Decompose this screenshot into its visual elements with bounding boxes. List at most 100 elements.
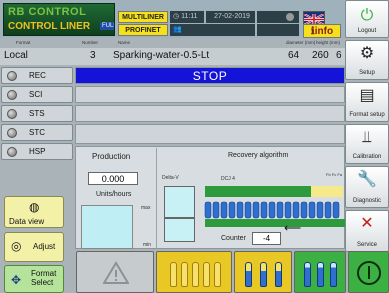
power-start-icon bbox=[357, 261, 381, 285]
time-display: ◷ 11:11 bbox=[170, 11, 204, 23]
gauge-min-label: min bbox=[143, 242, 152, 248]
start-button[interactable] bbox=[348, 251, 389, 293]
empty-bottles-button[interactable] bbox=[156, 251, 232, 293]
status-led-icon bbox=[286, 13, 294, 21]
led-icon bbox=[7, 128, 17, 138]
col-diameter: diameter (mm) bbox=[286, 40, 316, 45]
counter-label: Counter bbox=[221, 235, 246, 242]
nav-label: SCI bbox=[29, 90, 43, 99]
setup-label: Setup bbox=[359, 70, 375, 76]
nav-stc-button[interactable]: STC bbox=[1, 124, 73, 141]
status-bar-4 bbox=[75, 124, 345, 144]
bottle-icon bbox=[317, 262, 324, 287]
setup-button[interactable]: ⚙ Setup bbox=[345, 40, 389, 80]
direction-arrow-icon: ⟵ bbox=[284, 221, 302, 235]
brand-logo: RB CONTROL CONTROL LINER FULL bbox=[3, 3, 115, 36]
product-name: Sparking-water-0.5-Lt bbox=[113, 50, 210, 61]
bottle-icon bbox=[275, 262, 282, 287]
logo-tag: FULL bbox=[100, 22, 114, 30]
format-select-label: Format Select bbox=[31, 269, 57, 287]
data-view-label: Data view bbox=[9, 217, 45, 226]
warning-icon bbox=[103, 261, 129, 284]
conveyor-bar bbox=[205, 219, 345, 227]
col-name: Name bbox=[118, 40, 131, 45]
bottle-icon bbox=[214, 262, 221, 287]
service-label: Service bbox=[356, 242, 377, 248]
nav-sts-button[interactable]: STS bbox=[1, 105, 73, 122]
format-select-icon: ✥ bbox=[11, 273, 22, 287]
gear-icon: ⚙ bbox=[359, 45, 375, 62]
full-bottles-button[interactable] bbox=[294, 251, 346, 293]
format-icon: ▤ bbox=[359, 87, 375, 104]
adjust-button[interactable]: ◎ Adjust bbox=[4, 232, 64, 262]
bottle-icon bbox=[203, 262, 210, 287]
dcj-name: DCJ bbox=[221, 176, 231, 182]
production-gauge bbox=[81, 205, 133, 249]
status-stop-bar: STOP bbox=[75, 67, 345, 84]
flags-label: Fb Fc Fa bbox=[326, 172, 343, 177]
calibration-button[interactable]: ⫫ Calibration bbox=[345, 124, 389, 164]
status-indicator bbox=[257, 11, 299, 23]
led-icon bbox=[7, 71, 17, 81]
diagnostic-label: Diagnostic bbox=[352, 198, 381, 204]
status-bar-2 bbox=[75, 86, 345, 103]
product-diameter: 64 bbox=[288, 50, 300, 61]
logout-button[interactable]: ⏻ Logout bbox=[345, 0, 389, 38]
nav-label: HSP bbox=[29, 147, 46, 156]
status-box bbox=[257, 24, 299, 36]
nav-label: STC bbox=[29, 128, 45, 137]
nav-label: REC bbox=[29, 71, 46, 80]
logo-line2: CONTROL LINER bbox=[8, 21, 91, 32]
dcj-label: DCJ 4 bbox=[221, 176, 235, 182]
mode-multiliner: MULTILINER bbox=[118, 11, 168, 23]
product-number: 3 bbox=[90, 50, 96, 61]
nav-rec-button[interactable]: REC bbox=[1, 67, 73, 84]
service-button[interactable]: ✕ Service bbox=[345, 210, 389, 252]
panel-divider bbox=[156, 148, 157, 248]
bottle-icon bbox=[304, 262, 311, 287]
nav-label: STS bbox=[29, 109, 45, 118]
warning-button[interactable] bbox=[76, 251, 154, 293]
language-flag-icon[interactable] bbox=[303, 11, 325, 26]
bottles-graphic bbox=[204, 201, 340, 219]
date-display: 27-02-2019 bbox=[206, 11, 255, 23]
diagnostic-button[interactable]: 🔧 Diagnostic bbox=[345, 166, 389, 208]
nav-sci-button[interactable]: SCI bbox=[1, 86, 73, 103]
delta-v-box-bottom bbox=[164, 218, 195, 242]
calibration-icon: ⫫ bbox=[362, 129, 372, 146]
service-icon: ✕ bbox=[360, 215, 374, 232]
recovery-title: Recovery algorithm bbox=[228, 152, 289, 159]
recovery-green-bar bbox=[205, 186, 311, 197]
led-icon bbox=[7, 90, 17, 100]
power-icon: ⏻ bbox=[360, 7, 374, 24]
recovery-yellow-bar bbox=[311, 186, 343, 197]
time-value: 11:11 bbox=[181, 13, 198, 20]
led-icon bbox=[7, 109, 17, 119]
users-icon: 👥 bbox=[173, 26, 182, 33]
mode-profinet: PROFINET bbox=[118, 24, 168, 36]
partial-bottles-button[interactable] bbox=[234, 251, 292, 293]
col-number: Number bbox=[82, 40, 99, 45]
calibration-label: Calibration bbox=[352, 154, 382, 160]
product-format: Local bbox=[4, 50, 28, 61]
dcj-value: 4 bbox=[232, 176, 235, 182]
format-select-button[interactable]: ✥ Format Select bbox=[4, 265, 64, 293]
gauge-icon: ◍ bbox=[29, 200, 40, 214]
nav-hsp-button[interactable]: HSP bbox=[1, 143, 73, 160]
production-title: Production bbox=[92, 152, 131, 161]
clock-icon: ◷ bbox=[173, 13, 182, 20]
bottle-icon bbox=[245, 262, 252, 287]
format-setup-button[interactable]: ▤ Format setup bbox=[345, 82, 389, 122]
product-row: Local 3 Sparking-water-0.5-Lt 64 260 6 bbox=[0, 48, 345, 65]
delta-v-label: Delta-V bbox=[162, 175, 179, 181]
logo-line1: RB CONTROL bbox=[8, 6, 87, 18]
product-height: 260 bbox=[312, 50, 329, 61]
adjust-label: Adjust bbox=[33, 242, 56, 251]
counter-value: -4 bbox=[252, 232, 281, 245]
adjust-icon: ◎ bbox=[11, 239, 22, 253]
delta-v-box-top bbox=[164, 186, 195, 218]
data-view-button[interactable]: ◍ Data view bbox=[4, 196, 64, 228]
users-display: 👥 bbox=[170, 24, 255, 36]
info-button[interactable]: ℹinfo bbox=[303, 24, 341, 38]
bottle-icon bbox=[260, 262, 267, 287]
